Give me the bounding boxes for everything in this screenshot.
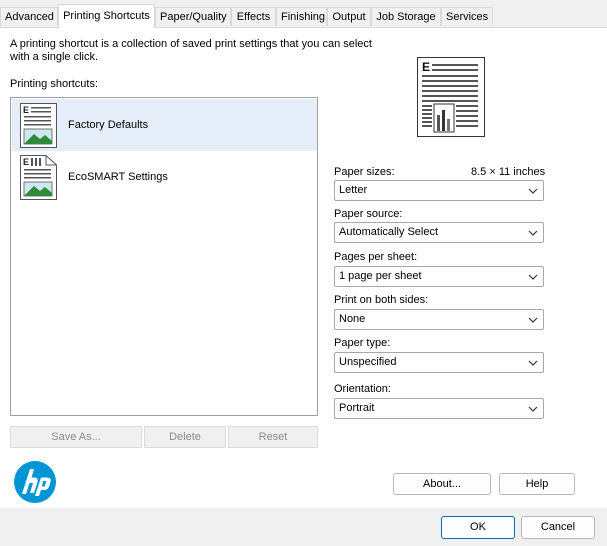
chevron-down-icon <box>528 360 538 366</box>
tab-finishing[interactable]: Finishing <box>276 7 327 26</box>
chevron-down-icon <box>528 274 538 280</box>
chevron-down-icon <box>528 317 538 323</box>
reset-button[interactable]: Reset <box>228 426 318 448</box>
eco-document-icon: E <box>20 155 57 200</box>
chevron-down-icon <box>528 188 538 194</box>
tab-output[interactable]: Output <box>327 7 371 26</box>
tab-paper-quality[interactable]: Paper/Quality <box>155 7 231 26</box>
pages-per-sheet-label: Pages per sheet: <box>334 251 418 263</box>
paper-source-value: Automatically Select <box>339 226 439 238</box>
pages-per-sheet-value: 1 page per sheet <box>339 270 422 282</box>
ok-button[interactable]: OK <box>441 516 515 539</box>
paper-sizes-label: Paper sizes: <box>334 166 395 178</box>
tab-job-storage[interactable]: Job Storage <box>371 7 441 26</box>
delete-button[interactable]: Delete <box>144 426 226 448</box>
tab-bar: Advanced Printing Shortcuts Paper/Qualit… <box>0 0 607 28</box>
print-both-sides-select[interactable]: None <box>334 309 544 330</box>
tab-advanced[interactable]: Advanced <box>0 7 58 26</box>
description-line-1: A printing shortcut is a collection of s… <box>10 38 372 50</box>
paper-sizes-select[interactable]: Letter <box>334 180 544 201</box>
paper-sizes-value: Letter <box>339 184 368 196</box>
page-preview-icon: E <box>417 57 485 137</box>
print-both-sides-value: None <box>339 313 366 325</box>
shortcuts-label: Printing shortcuts: <box>10 78 99 90</box>
tab-services[interactable]: Services <box>441 7 493 26</box>
tab-printing-shortcuts[interactable]: Printing Shortcuts <box>58 4 155 28</box>
hp-logo-icon <box>14 461 56 503</box>
orientation-value: Portrait <box>339 402 375 414</box>
svg-text:E: E <box>23 157 29 167</box>
print-both-sides-label: Print on both sides: <box>334 294 429 306</box>
paper-source-label: Paper source: <box>334 208 403 220</box>
orientation-select[interactable]: Portrait <box>334 398 544 419</box>
paper-dimension: 8.5 × 11 inches <box>471 166 546 178</box>
pages-per-sheet-select[interactable]: 1 page per sheet <box>334 266 544 287</box>
chevron-down-icon <box>528 230 538 236</box>
paper-type-select[interactable]: Unspecified <box>334 352 544 373</box>
paper-type-label: Paper type: <box>334 337 391 349</box>
list-item-label: EcoSMART Settings <box>68 171 168 183</box>
paper-type-value: Unspecified <box>339 356 397 368</box>
orientation-label: Orientation: <box>334 383 391 395</box>
list-item-factory-defaults[interactable]: E Factory Defaults <box>12 99 317 151</box>
help-button[interactable]: Help <box>499 473 575 495</box>
tab-effects[interactable]: Effects <box>231 7 276 26</box>
chevron-down-icon <box>528 406 538 412</box>
dialog-footer <box>0 508 607 546</box>
about-button[interactable]: About... <box>393 473 491 495</box>
document-image-icon: E <box>20 103 57 148</box>
cancel-button[interactable]: Cancel <box>521 516 595 539</box>
save-as-button[interactable]: Save As... <box>10 426 142 448</box>
list-item-ecosmart-settings[interactable]: E EcoSMART Settings <box>12 151 317 203</box>
description-line-2: with a single click. <box>10 51 99 63</box>
svg-text:E: E <box>23 105 29 115</box>
svg-text:E: E <box>422 60 430 74</box>
paper-source-select[interactable]: Automatically Select <box>334 222 544 243</box>
list-item-label: Factory Defaults <box>68 119 149 131</box>
shortcut-list[interactable]: E Factory Defaults E EcoSMART Settings <box>10 97 318 416</box>
